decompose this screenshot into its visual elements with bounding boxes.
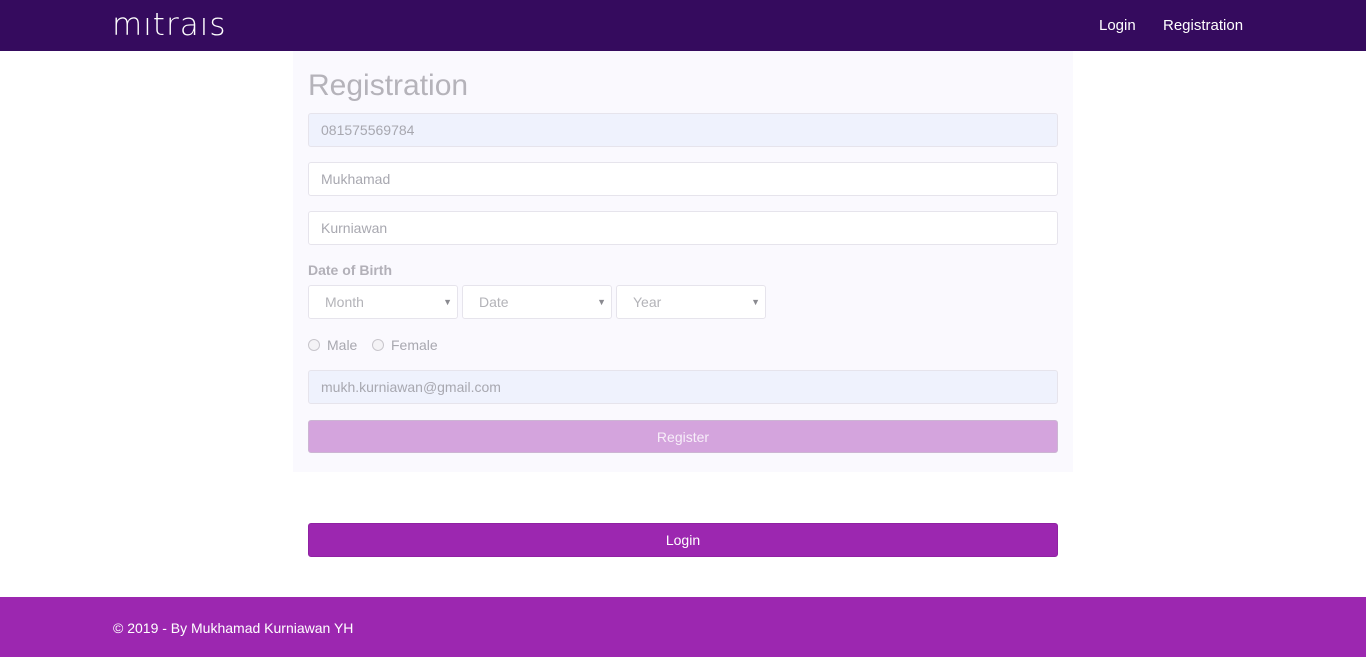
chevron-down-icon: ▼ bbox=[751, 297, 760, 307]
top-navbar: mıtraıs Login Registration bbox=[0, 0, 1366, 51]
year-select-value: Year bbox=[633, 294, 662, 310]
month-select[interactable]: Month ▼ bbox=[308, 285, 458, 319]
gender-female-label: Female bbox=[391, 337, 438, 353]
date-select-value: Date bbox=[479, 294, 509, 310]
register-button[interactable]: Register bbox=[308, 420, 1058, 453]
email-input[interactable] bbox=[308, 370, 1058, 404]
nav-registration-link[interactable]: Registration bbox=[1163, 17, 1243, 34]
mobile-number-input[interactable] bbox=[308, 113, 1058, 147]
month-select-value: Month bbox=[325, 294, 364, 310]
radio-circle-icon[interactable] bbox=[308, 339, 320, 351]
footer-copyright: © 2019 - By Mukhamad Kurniawan YH bbox=[113, 620, 354, 636]
mitrais-logo[interactable]: mıtraıs bbox=[112, 7, 226, 43]
last-name-input[interactable] bbox=[308, 211, 1058, 245]
date-select[interactable]: Date ▼ bbox=[462, 285, 612, 319]
page-title: Registration bbox=[308, 69, 469, 102]
chevron-down-icon: ▼ bbox=[597, 297, 606, 307]
gender-male-radio[interactable]: Male bbox=[308, 337, 357, 353]
chevron-down-icon: ▼ bbox=[443, 297, 452, 307]
login-button[interactable]: Login bbox=[308, 523, 1058, 557]
first-name-input[interactable] bbox=[308, 162, 1058, 196]
date-of-birth-label: Date of Birth bbox=[308, 262, 392, 278]
nav-login-link[interactable]: Login bbox=[1099, 17, 1136, 34]
footer: © 2019 - By Mukhamad Kurniawan YH bbox=[0, 597, 1366, 657]
gender-female-radio[interactable]: Female bbox=[372, 337, 438, 353]
radio-circle-icon[interactable] bbox=[372, 339, 384, 351]
year-select[interactable]: Year ▼ bbox=[616, 285, 766, 319]
gender-male-label: Male bbox=[327, 337, 358, 353]
